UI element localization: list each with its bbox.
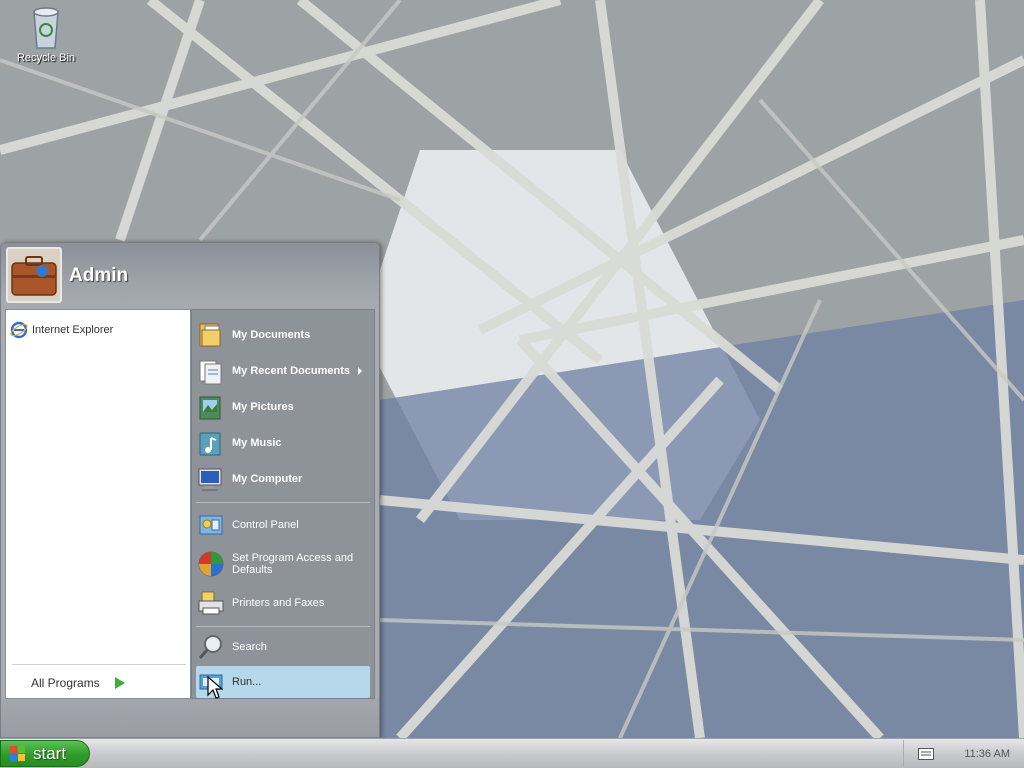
all-programs-label: All Programs [31,676,100,690]
menu-item-printers-faxes[interactable]: Printers and Faxes [196,586,370,620]
desktop-icon-recycle-bin[interactable]: Recycle Bin [16,4,76,64]
menu-item-my-computer[interactable]: My Computer [196,462,370,496]
menu-item-label: My Pictures [232,401,294,413]
menu-item-label: My Documents [232,329,311,341]
keyboard-icon[interactable] [918,747,935,760]
menu-item-label: Printers and Faxes [232,597,325,609]
menu-item-set-program-access[interactable]: Set Program Access and Defaults [196,544,370,584]
menu-item-my-music[interactable]: My Music [196,426,370,460]
menu-item-control-panel[interactable]: Control Panel [196,508,370,542]
menu-item-label: My Music [232,437,282,449]
clock[interactable]: 11:36 AM [964,748,1010,760]
all-programs-button[interactable]: All Programs [31,676,126,690]
control-panel-icon [199,515,223,535]
start-button[interactable]: start [0,740,90,767]
menu-item-label: Run... [232,676,262,688]
menu-item-label: My Computer [232,473,303,485]
menu-item-label: Set Program Access and Defaults [232,552,354,576]
system-tray: 11:36 AM [903,740,1024,767]
windows-logo-icon [10,745,25,761]
menu-item-label: Control Panel [232,519,299,531]
user-name: Admin [69,265,129,286]
my-music-icon [199,432,221,456]
recent-documents-icon [199,360,222,385]
start-menu-footer [1,699,379,737]
menu-item-label: Search [232,641,267,653]
start-menu: Admin Internet Explorer All Programs My … [0,242,380,738]
mouse-cursor-icon [207,676,223,699]
printers-faxes-icon [198,591,224,615]
taskbar: start 11:36 AM [0,738,1024,768]
my-documents-icon [199,323,221,347]
pinned-internet-explorer[interactable]: Internet Explorer [10,320,113,340]
menu-item-my-documents[interactable]: My Documents [196,318,370,352]
program-access-icon [198,551,224,577]
my-pictures-icon [199,396,221,420]
briefcase-icon [11,256,57,296]
divider [196,502,370,503]
pinned-item-label: Internet Explorer [32,324,114,336]
pinned-programs-pane: Internet Explorer All Programs [5,309,191,699]
start-menu-header: Admin [1,243,379,309]
my-computer-icon [198,468,222,491]
start-label: start [33,743,67,763]
menu-item-my-pictures[interactable]: My Pictures [196,390,370,424]
search-icon [198,635,222,659]
divider [196,626,370,627]
menu-item-search[interactable]: Search [196,630,370,664]
menu-item-label: My Recent Documents [232,365,350,377]
internet-explorer-icon [10,321,28,339]
menu-item-my-recent-documents[interactable]: My Recent Documents [196,354,370,388]
green-arrow-icon [114,677,125,689]
recycle-bin-icon [33,7,59,49]
divider [12,664,186,665]
submenu-arrow-icon [358,367,362,375]
user-avatar[interactable] [6,247,62,303]
desktop-icon-label: Recycle Bin [16,52,76,64]
places-pane: My Documents My Recent Documents My Pict… [191,309,375,699]
